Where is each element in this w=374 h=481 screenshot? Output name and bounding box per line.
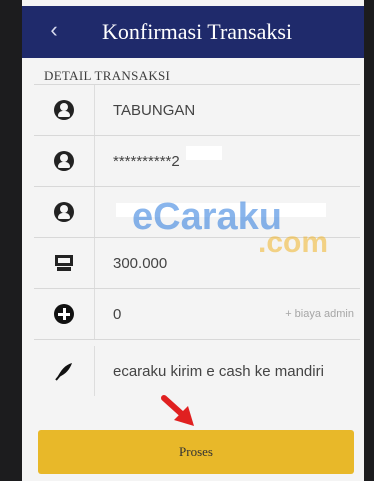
detail-row-account-type: TABUNGAN bbox=[34, 84, 360, 135]
detail-value: ecaraku kirim e cash ke mandiri bbox=[113, 362, 324, 380]
detail-value: 300.000 bbox=[113, 254, 168, 272]
back-button[interactable]: ‹ bbox=[44, 18, 64, 42]
feather-icon bbox=[34, 346, 95, 396]
money-icon bbox=[34, 238, 95, 288]
user-icon bbox=[34, 136, 95, 186]
app-header: ‹ Konfirmasi Transaksi bbox=[22, 6, 364, 58]
user-icon bbox=[34, 187, 95, 237]
detail-row-account-number: **********2 bbox=[34, 135, 360, 186]
user-icon bbox=[34, 85, 95, 135]
detail-row-admin-fee: 0 + biaya admin bbox=[34, 288, 360, 339]
watermark-suffix: .com bbox=[258, 226, 329, 259]
detail-value: **********2 bbox=[113, 152, 180, 170]
device-frame: ‹ Konfirmasi Transaksi DETAIL TRANSAKSI … bbox=[0, 0, 374, 481]
detail-value: 0 bbox=[113, 305, 122, 323]
page-title: Konfirmasi Transaksi bbox=[102, 19, 293, 44]
red-arrow-icon bbox=[161, 395, 194, 426]
detail-row-note: ecaraku kirim e cash ke mandiri bbox=[34, 339, 360, 402]
plus-icon bbox=[34, 289, 95, 339]
proses-button[interactable]: Proses bbox=[38, 430, 354, 474]
app-screen: ‹ Konfirmasi Transaksi DETAIL TRANSAKSI … bbox=[22, 0, 364, 481]
detail-value: TABUNGAN bbox=[113, 101, 196, 119]
admin-fee-label: + biaya admin bbox=[285, 308, 354, 320]
section-label: DETAIL TRANSAKSI bbox=[44, 68, 171, 83]
redaction-box bbox=[186, 146, 222, 160]
